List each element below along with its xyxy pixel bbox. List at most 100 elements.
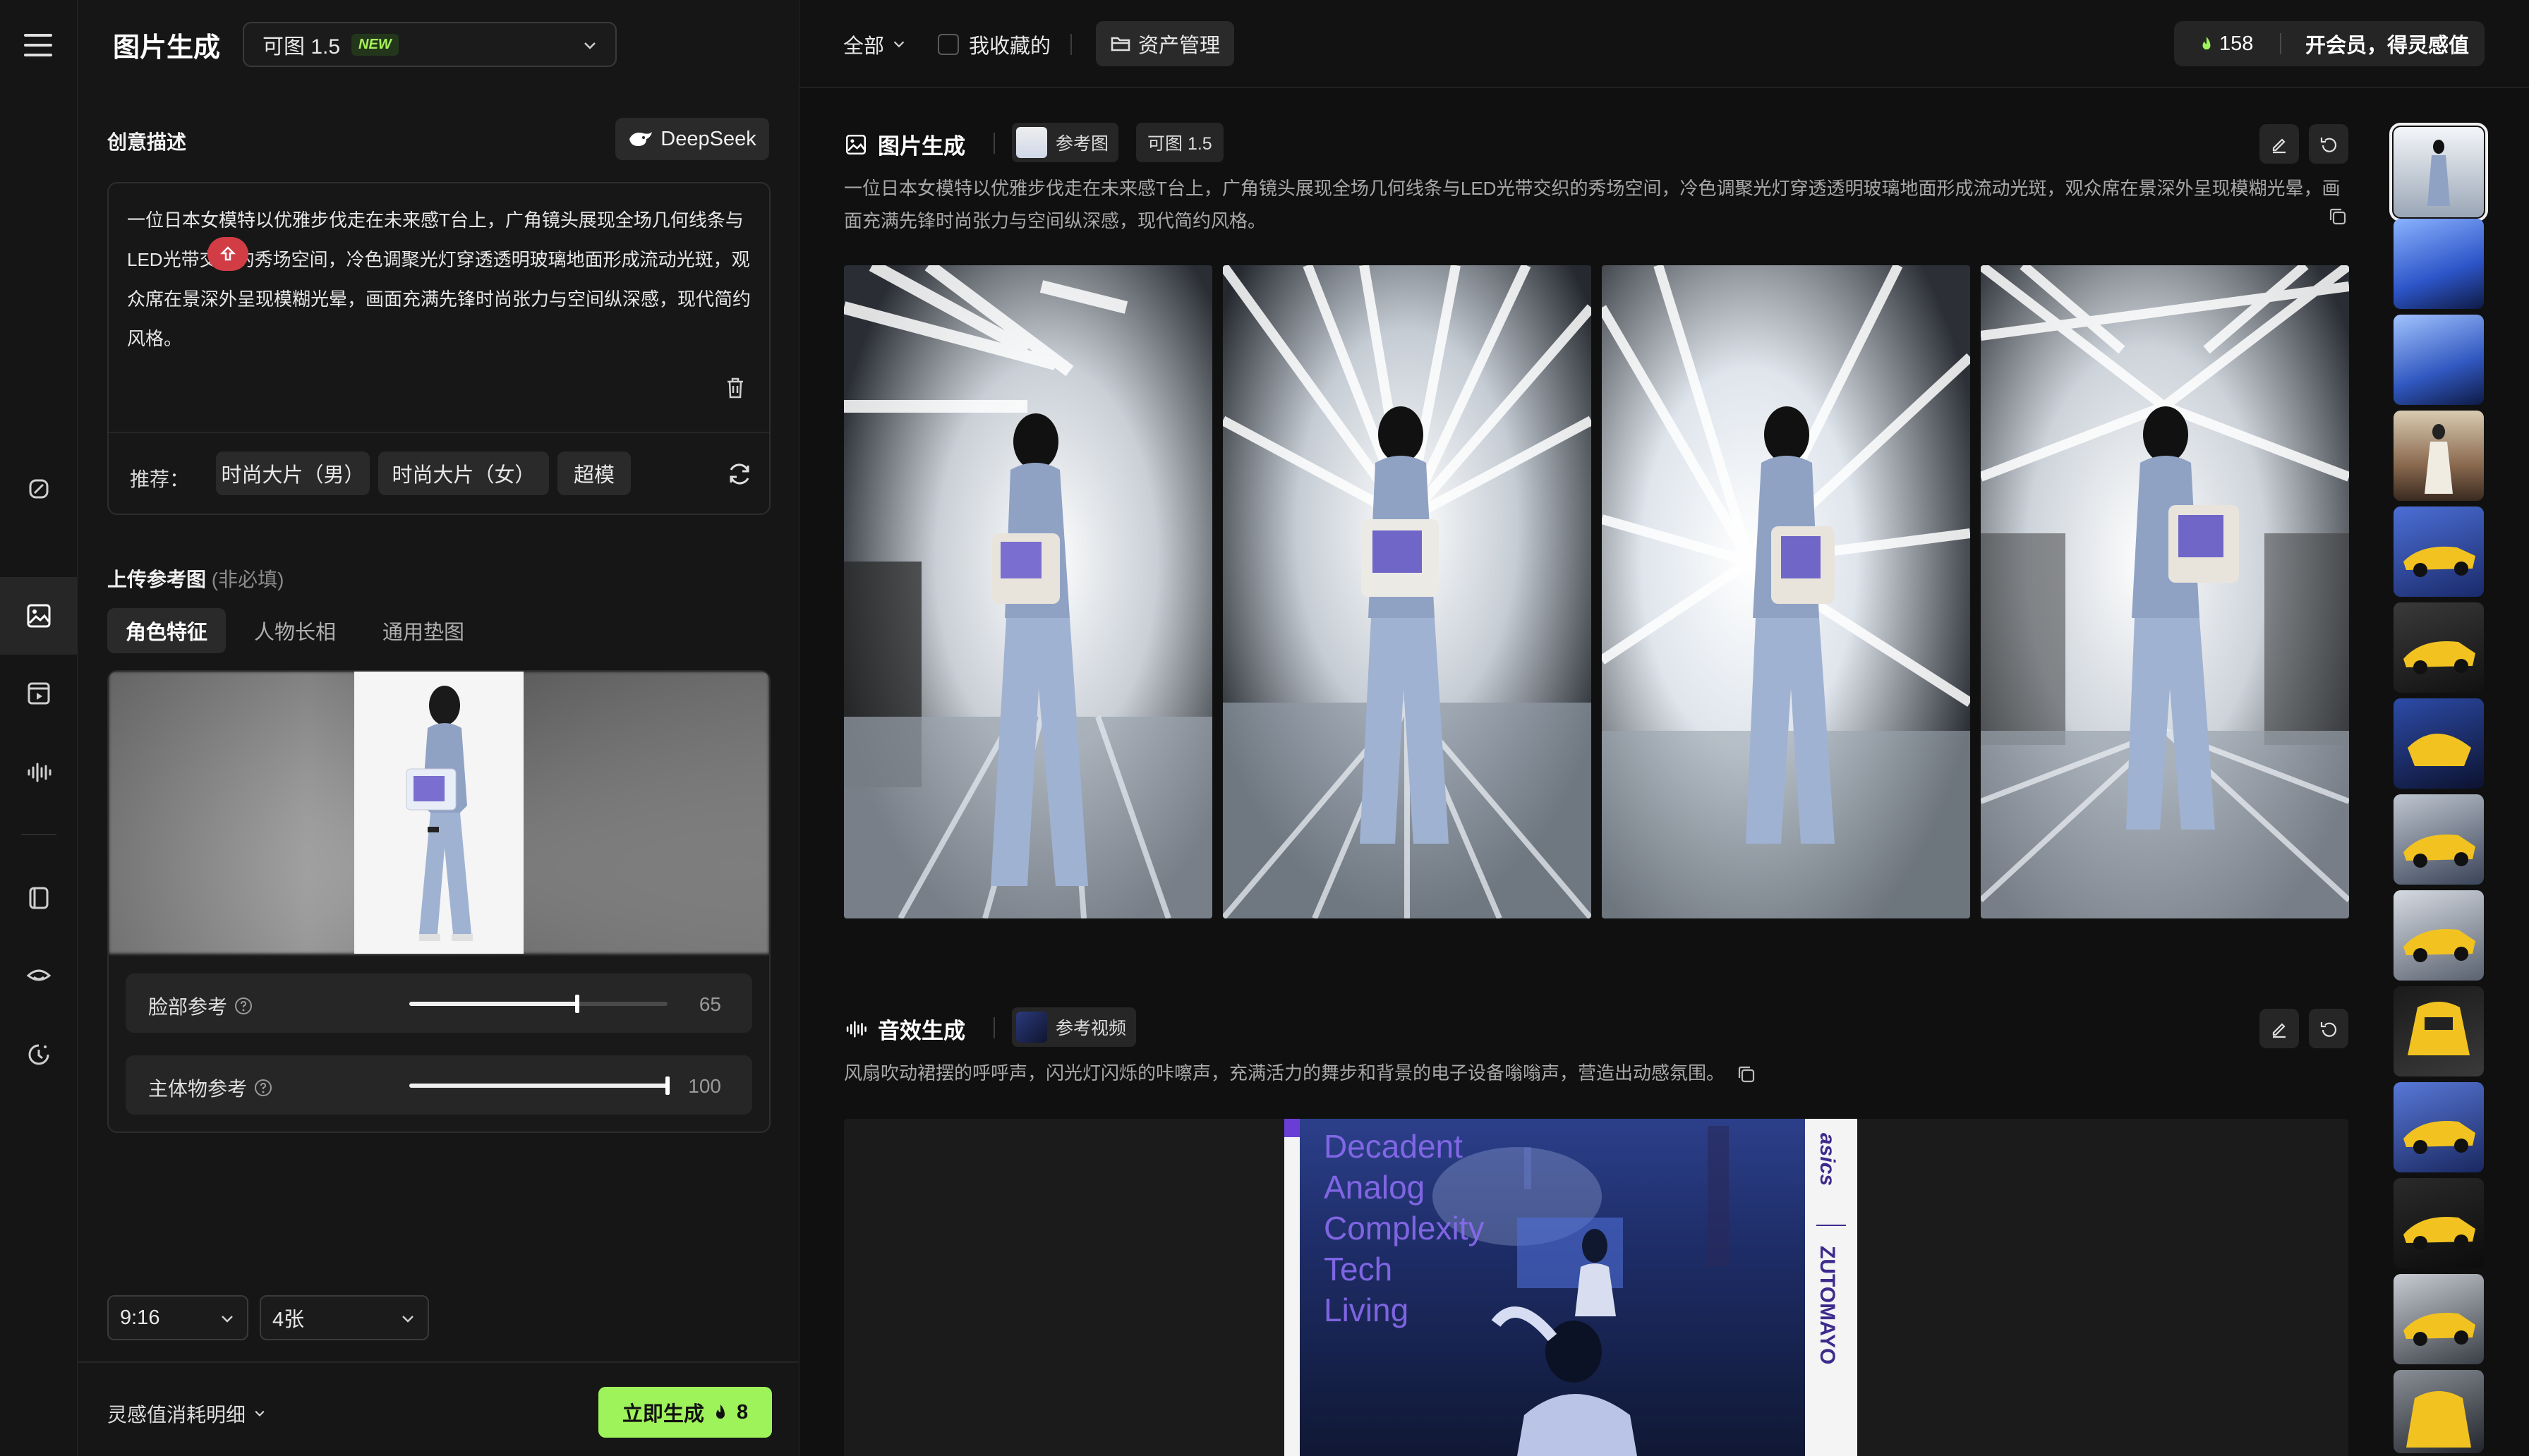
trash-icon[interactable] — [723, 375, 748, 401]
history-thumb[interactable] — [2394, 219, 2484, 309]
video-icon[interactable] — [0, 655, 78, 732]
ratio-select[interactable]: 9:16 — [107, 1295, 248, 1340]
video-line: Living — [1324, 1292, 1409, 1328]
alert-pin-icon[interactable] — [207, 237, 248, 271]
reference-image[interactable] — [354, 672, 524, 954]
generated-image-1[interactable] — [844, 265, 1212, 918]
question-icon[interactable] — [254, 1079, 272, 1097]
slider-knob[interactable] — [665, 1076, 670, 1095]
history-thumb[interactable] — [2394, 506, 2484, 597]
chevron-down-icon — [222, 1316, 233, 1323]
magic-edit-icon[interactable] — [0, 450, 78, 528]
history-thumb[interactable] — [2394, 602, 2484, 693]
generated-image-2[interactable] — [1223, 265, 1591, 918]
question-icon[interactable] — [234, 997, 253, 1015]
count-select[interactable]: 4张 — [260, 1295, 429, 1340]
video-line: Decadent — [1324, 1128, 1463, 1165]
face-ref-slider-row: 脸部参考 65 — [126, 973, 752, 1033]
face-ref-slider[interactable] — [409, 995, 668, 1013]
history-thumb[interactable] — [2394, 698, 2484, 789]
cost-details-toggle[interactable]: 灵感值消耗明细 — [107, 1400, 267, 1428]
sound-card-title: 音效生成 — [844, 1013, 965, 1045]
chevron-down-icon — [584, 42, 596, 49]
filter-all-dropdown[interactable]: 全部 — [843, 0, 907, 88]
favorites-checkbox[interactable] — [938, 33, 959, 55]
credits-widget[interactable]: 158 开会员，得灵感值 — [2174, 21, 2485, 66]
box-icon[interactable] — [0, 859, 78, 937]
recommend-chip[interactable]: 超模 — [557, 451, 631, 495]
generated-image-3[interactable] — [1602, 265, 1970, 918]
history-thumb[interactable] — [2394, 890, 2484, 981]
edit-icon — [2272, 138, 2286, 154]
menu-icon[interactable] — [21, 28, 55, 62]
refresh-icon[interactable] — [725, 460, 754, 488]
recommend-chip[interactable]: 时尚大片（男） — [216, 451, 370, 495]
upload-optional: (非必填) — [211, 569, 284, 590]
cost-label: 灵感值消耗明细 — [107, 1404, 246, 1426]
chevron-down-icon — [402, 1316, 414, 1323]
recommend-chip[interactable]: 时尚大片（女） — [378, 451, 549, 495]
subject-ref-label: 主体物参考 — [148, 1078, 248, 1100]
subject-ref-slider[interactable] — [409, 1076, 670, 1095]
creative-label: 创意描述 — [107, 131, 187, 153]
reference-image-tag[interactable]: 参考图 — [1012, 123, 1119, 162]
tab-general[interactable]: 通用垫图 — [364, 608, 483, 653]
edit-button[interactable] — [2259, 124, 2299, 164]
edit-button[interactable] — [2259, 1009, 2299, 1048]
left-panel: 图片生成 可图 1.5 NEW 创意描述 DeepSeek 一位日本女模特以优雅… — [78, 0, 799, 1456]
subject-ref-label-wrap: 主体物参考 — [148, 1074, 272, 1102]
model-selector[interactable]: 可图 1.5 NEW — [243, 22, 617, 67]
history-thumb[interactable] — [2394, 1370, 2484, 1453]
top-bar: 全部 我收藏的 资产管理 158 开会员，得灵感值 — [799, 0, 2529, 88]
history-thumb[interactable] — [2394, 411, 2484, 501]
prompt-text[interactable]: 一位日本女模特以优雅步伐走在未来感T台上，广角镜头展现全场几何线条与LED光带交… — [127, 200, 755, 358]
tab-character[interactable]: 角色特征 — [107, 608, 227, 653]
count-value: 4张 — [272, 1309, 305, 1331]
history-thumb[interactable] — [2394, 1082, 2484, 1172]
deepseek-button[interactable]: DeepSeek — [615, 118, 769, 160]
generated-image-4[interactable] — [1981, 265, 2349, 918]
face-ref-value: 65 — [699, 993, 721, 1015]
history-thumb[interactable] — [2394, 1178, 2484, 1268]
reference-box[interactable]: 脸部参考 65 主体物参考 100 — [107, 670, 771, 1133]
folder-icon — [1111, 37, 1130, 51]
deepseek-whale-icon — [629, 132, 653, 146]
favorites-filter[interactable]: 我收藏的 — [938, 0, 1051, 88]
new-badge: NEW — [351, 33, 399, 56]
video-preview[interactable]: Decadent Analog Complexity Tech Living a… — [844, 1119, 2348, 1456]
regenerate-button[interactable] — [2309, 124, 2348, 164]
favorites-label: 我收藏的 — [969, 35, 1051, 58]
reference-video-tag[interactable]: 参考视频 — [1012, 1007, 1137, 1047]
image-card-desc-text: 一位日本女模特以优雅步伐走在未来感T台上，广角镜头展现全场几何线条与LED光带交… — [844, 178, 2341, 231]
eye-icon[interactable] — [0, 937, 78, 1014]
history-thumb[interactable] — [2394, 986, 2484, 1076]
history-thumb[interactable] — [2394, 315, 2484, 405]
image-icon[interactable] — [0, 577, 78, 655]
asset-management-button[interactable]: 资产管理 — [1096, 21, 1234, 66]
image-card-title: 图片生成 — [844, 128, 965, 160]
prompt-box[interactable]: 一位日本女模特以优雅步伐走在未来感T台上，广角镜头展现全场几何线条与LED光带交… — [107, 182, 771, 515]
regenerate-button[interactable] — [2309, 1009, 2348, 1048]
copy-icon[interactable] — [2327, 206, 2348, 227]
video-frame[interactable]: Decadent Analog Complexity Tech Living a… — [1284, 1119, 1857, 1456]
vip-link[interactable]: 开会员，得灵感值 — [2281, 29, 2469, 59]
image-generation-card: 图片生成 参考图 可图 1.5 一位日本女模特以优雅步伐走在未来感T台上，广角镜… — [844, 116, 2348, 237]
history-thumb[interactable] — [2394, 1274, 2484, 1364]
credits-count: 158 — [2174, 32, 2280, 56]
history-icon[interactable] — [0, 1016, 78, 1093]
sound-card-title-text: 音效生成 — [878, 1019, 965, 1043]
sound-generation-card: 音效生成 参考视频 风扇吹动裙摆的呼呼声，闪光灯闪烁的咔嚓声，充满活力的舞步和背… — [844, 1000, 2348, 1089]
tab-appearance[interactable]: 人物长相 — [236, 608, 354, 653]
history-thumb[interactable] — [2394, 794, 2484, 885]
generate-label: 立即生成 — [622, 1403, 704, 1426]
reference-thumb — [1016, 127, 1047, 158]
slider-knob[interactable] — [574, 995, 579, 1013]
video-line: Complexity — [1324, 1210, 1485, 1246]
generate-button[interactable]: 立即生成 8 — [598, 1387, 772, 1438]
history-thumb[interactable] — [2389, 123, 2488, 222]
app-root: 图片生成 可图 1.5 NEW 创意描述 DeepSeek 一位日本女模特以优雅… — [0, 0, 2529, 1456]
copy-icon[interactable] — [1736, 1064, 1757, 1085]
page-title: 图片生成 — [113, 33, 221, 63]
audio-wave-icon[interactable] — [0, 734, 78, 811]
side-rail — [0, 0, 78, 1456]
